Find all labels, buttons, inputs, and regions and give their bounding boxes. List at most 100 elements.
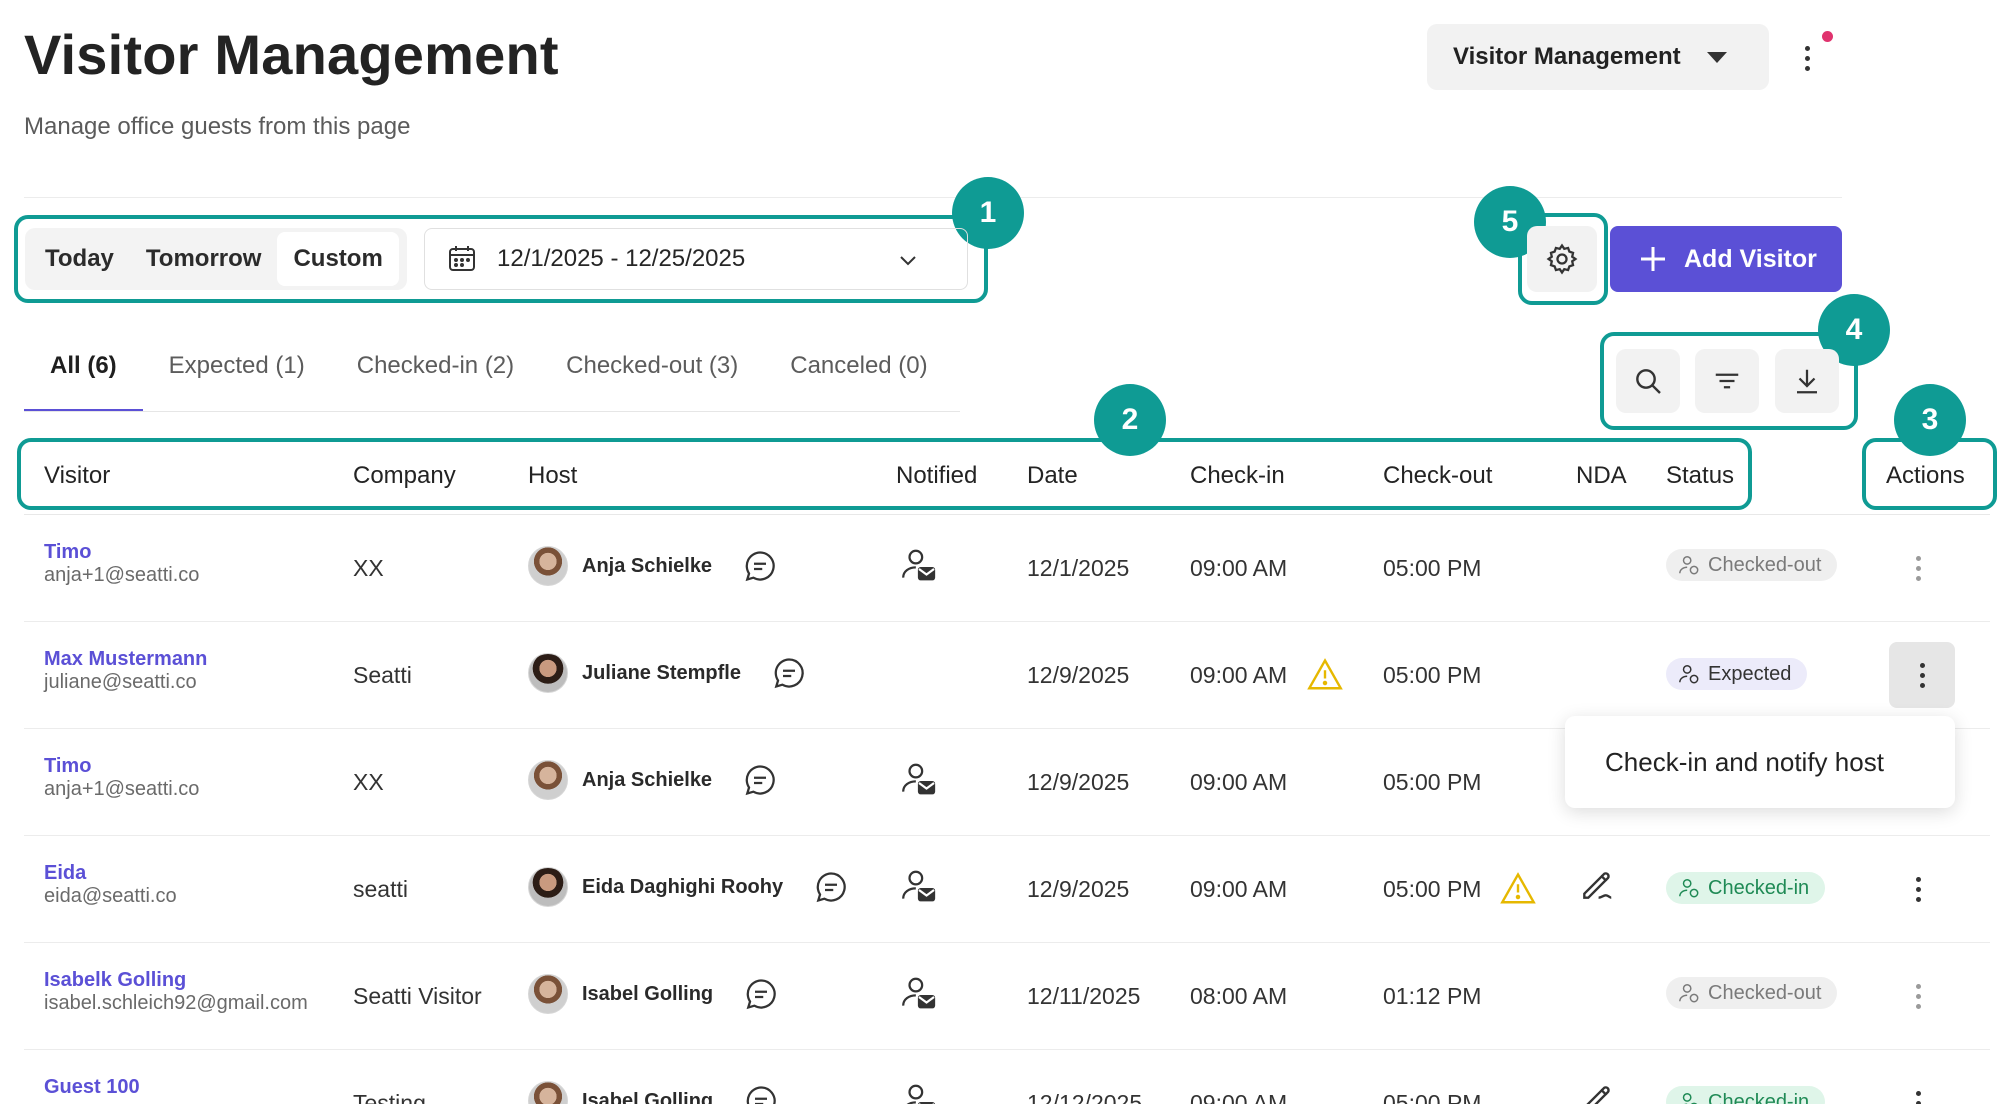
date-range-picker[interactable]: 12/1/2025 - 12/25/2025 <box>424 228 968 290</box>
tab-expected[interactable]: Expected (1) <box>143 340 331 412</box>
download-icon <box>1797 369 1817 394</box>
chat-icon[interactable] <box>743 1083 779 1104</box>
range-today-button[interactable]: Today <box>29 232 130 286</box>
company-cell: XX <box>353 769 384 795</box>
column-header-checkin[interactable]: Check-in <box>1190 462 1285 490</box>
status-person-icon <box>1679 879 1699 898</box>
tab-canceled[interactable]: Canceled (0) <box>764 340 953 412</box>
table-row[interactable]: Guest 100 Testing Isabel Golling 12/12/2… <box>24 1050 1990 1104</box>
chat-icon[interactable] <box>742 762 778 798</box>
status-person-icon <box>1682 1093 1698 1104</box>
column-header-status[interactable]: Status <box>1666 462 1734 490</box>
avatar <box>528 867 568 907</box>
host-name: Isabel Golling <box>582 1089 714 1104</box>
visitor-name[interactable]: Max Mustermann <box>44 648 207 671</box>
tab-checked-out[interactable]: Checked-out (3) <box>540 340 764 412</box>
chat-icon[interactable] <box>771 655 807 691</box>
status-badge: Expected <box>1666 658 1808 690</box>
chevron-down-icon <box>900 256 916 266</box>
date-range-quick-select: Today Tomorrow Custom <box>25 228 407 290</box>
chat-icon[interactable] <box>743 976 779 1012</box>
column-header-checkout[interactable]: Check-out <box>1383 462 1492 490</box>
date-cell: 12/1/2025 <box>1027 555 1130 581</box>
add-visitor-label: Add Visitor <box>1684 244 1817 273</box>
checkin-cell: 09:00 AM <box>1190 555 1288 581</box>
column-header-host[interactable]: Host <box>528 462 577 490</box>
table-row[interactable]: Eida eida@seatti.co seatti Eida Daghighi… <box>24 836 1990 943</box>
nda-sign-icon[interactable] <box>1578 1080 1616 1104</box>
date-cell: 12/9/2025 <box>1027 769 1130 795</box>
visitor-name[interactable]: Timo <box>44 755 199 778</box>
filter-icon <box>1715 373 1739 389</box>
more-options-button[interactable] <box>1795 36 1819 80</box>
notified-icon <box>902 977 936 1009</box>
avatar <box>528 1081 568 1104</box>
date-cell: 12/9/2025 <box>1027 662 1130 688</box>
table-header: Visitor Company Host Notified Date Check… <box>24 446 1990 510</box>
host-name: Juliane Stempfle <box>582 661 741 684</box>
visitor-email: isabel.schleich92@gmail.com <box>44 992 308 1014</box>
chat-icon[interactable] <box>742 548 778 584</box>
status-tabs: All (6) Expected (1) Checked-in (2) Chec… <box>24 340 954 412</box>
tabs-divider <box>24 411 960 412</box>
checkout-cell: 05:00 PM <box>1383 1090 1482 1104</box>
avatar <box>528 974 568 1014</box>
notified-icon <box>902 549 936 581</box>
visitor-name[interactable]: Eida <box>44 862 177 885</box>
row-actions-button[interactable] <box>1898 976 1938 1016</box>
row-actions-button[interactable] <box>1889 642 1955 708</box>
plus-icon <box>1641 247 1665 271</box>
host-name: Isabel Golling <box>582 982 714 1005</box>
visitor-name[interactable]: Guest 100 <box>44 1076 140 1099</box>
visitor-email: juliane@seatti.co <box>44 671 197 693</box>
nda-sign-icon[interactable] <box>1578 866 1616 904</box>
avatar <box>528 653 568 693</box>
column-header-visitor[interactable]: Visitor <box>44 462 110 490</box>
status-label: Checked-out <box>1708 981 1822 1004</box>
range-tomorrow-button[interactable]: Tomorrow <box>130 232 278 286</box>
visitor-name[interactable]: Isabelk Golling <box>44 969 308 992</box>
tab-checked-in[interactable]: Checked-in (2) <box>331 340 540 412</box>
checkin-notify-host-menu-item[interactable]: Check-in and notify host <box>1605 747 1884 778</box>
visitor-email: anja+1@seatti.co <box>44 778 200 800</box>
download-button[interactable] <box>1775 349 1839 413</box>
row-actions-button[interactable] <box>1898 1083 1938 1104</box>
avatar <box>528 546 568 586</box>
search-icon <box>1636 369 1661 394</box>
checkout-cell: 05:00 PM <box>1383 662 1482 688</box>
search-button[interactable] <box>1616 349 1680 413</box>
chat-icon[interactable] <box>813 869 849 905</box>
column-header-nda[interactable]: NDA <box>1576 462 1627 490</box>
company-cell: Seatti <box>353 662 412 688</box>
calendar-icon <box>449 246 475 271</box>
table-row[interactable]: Max Mustermann juliane@seatti.co Seatti … <box>24 622 1990 729</box>
visitor-name[interactable]: Timo <box>44 541 199 564</box>
checkin-cell: 09:00 AM <box>1190 769 1288 795</box>
gear-icon <box>1546 243 1578 275</box>
visitor-email: eida@seatti.co <box>44 885 177 907</box>
table-row[interactable]: Isabelk Golling isabel.schleich92@gmail.… <box>24 943 1990 1050</box>
settings-button[interactable] <box>1527 226 1597 292</box>
column-header-actions[interactable]: Actions <box>1886 462 1965 490</box>
column-header-notified[interactable]: Notified <box>896 462 977 490</box>
column-header-date[interactable]: Date <box>1027 462 1078 490</box>
row-action-menu: Check-in and notify host <box>1565 716 1955 808</box>
add-visitor-button[interactable]: Add Visitor <box>1610 226 1842 292</box>
row-actions-button[interactable] <box>1898 869 1938 909</box>
status-badge: Checked-out <box>1666 549 1838 581</box>
checkin-cell: 09:00 AM <box>1190 1090 1288 1104</box>
status-label: Expected <box>1708 662 1792 685</box>
range-custom-button[interactable]: Custom <box>277 232 399 286</box>
status-person-icon <box>1679 665 1699 684</box>
status-person-icon <box>1679 984 1699 1003</box>
status-person-icon <box>1679 556 1699 575</box>
column-header-company[interactable]: Company <box>353 462 456 490</box>
warning-icon <box>1500 872 1536 904</box>
host-name: Anja Schielke <box>582 768 713 791</box>
table-row[interactable]: Timo anja+1@seatti.co XX Anja Schielke 1… <box>24 515 1990 622</box>
status-label: Checked-out <box>1708 553 1822 576</box>
tab-all[interactable]: All (6) <box>24 340 143 412</box>
filter-button[interactable] <box>1695 349 1759 413</box>
module-select[interactable]: Visitor Management <box>1427 24 1769 90</box>
row-actions-button[interactable] <box>1898 548 1938 588</box>
